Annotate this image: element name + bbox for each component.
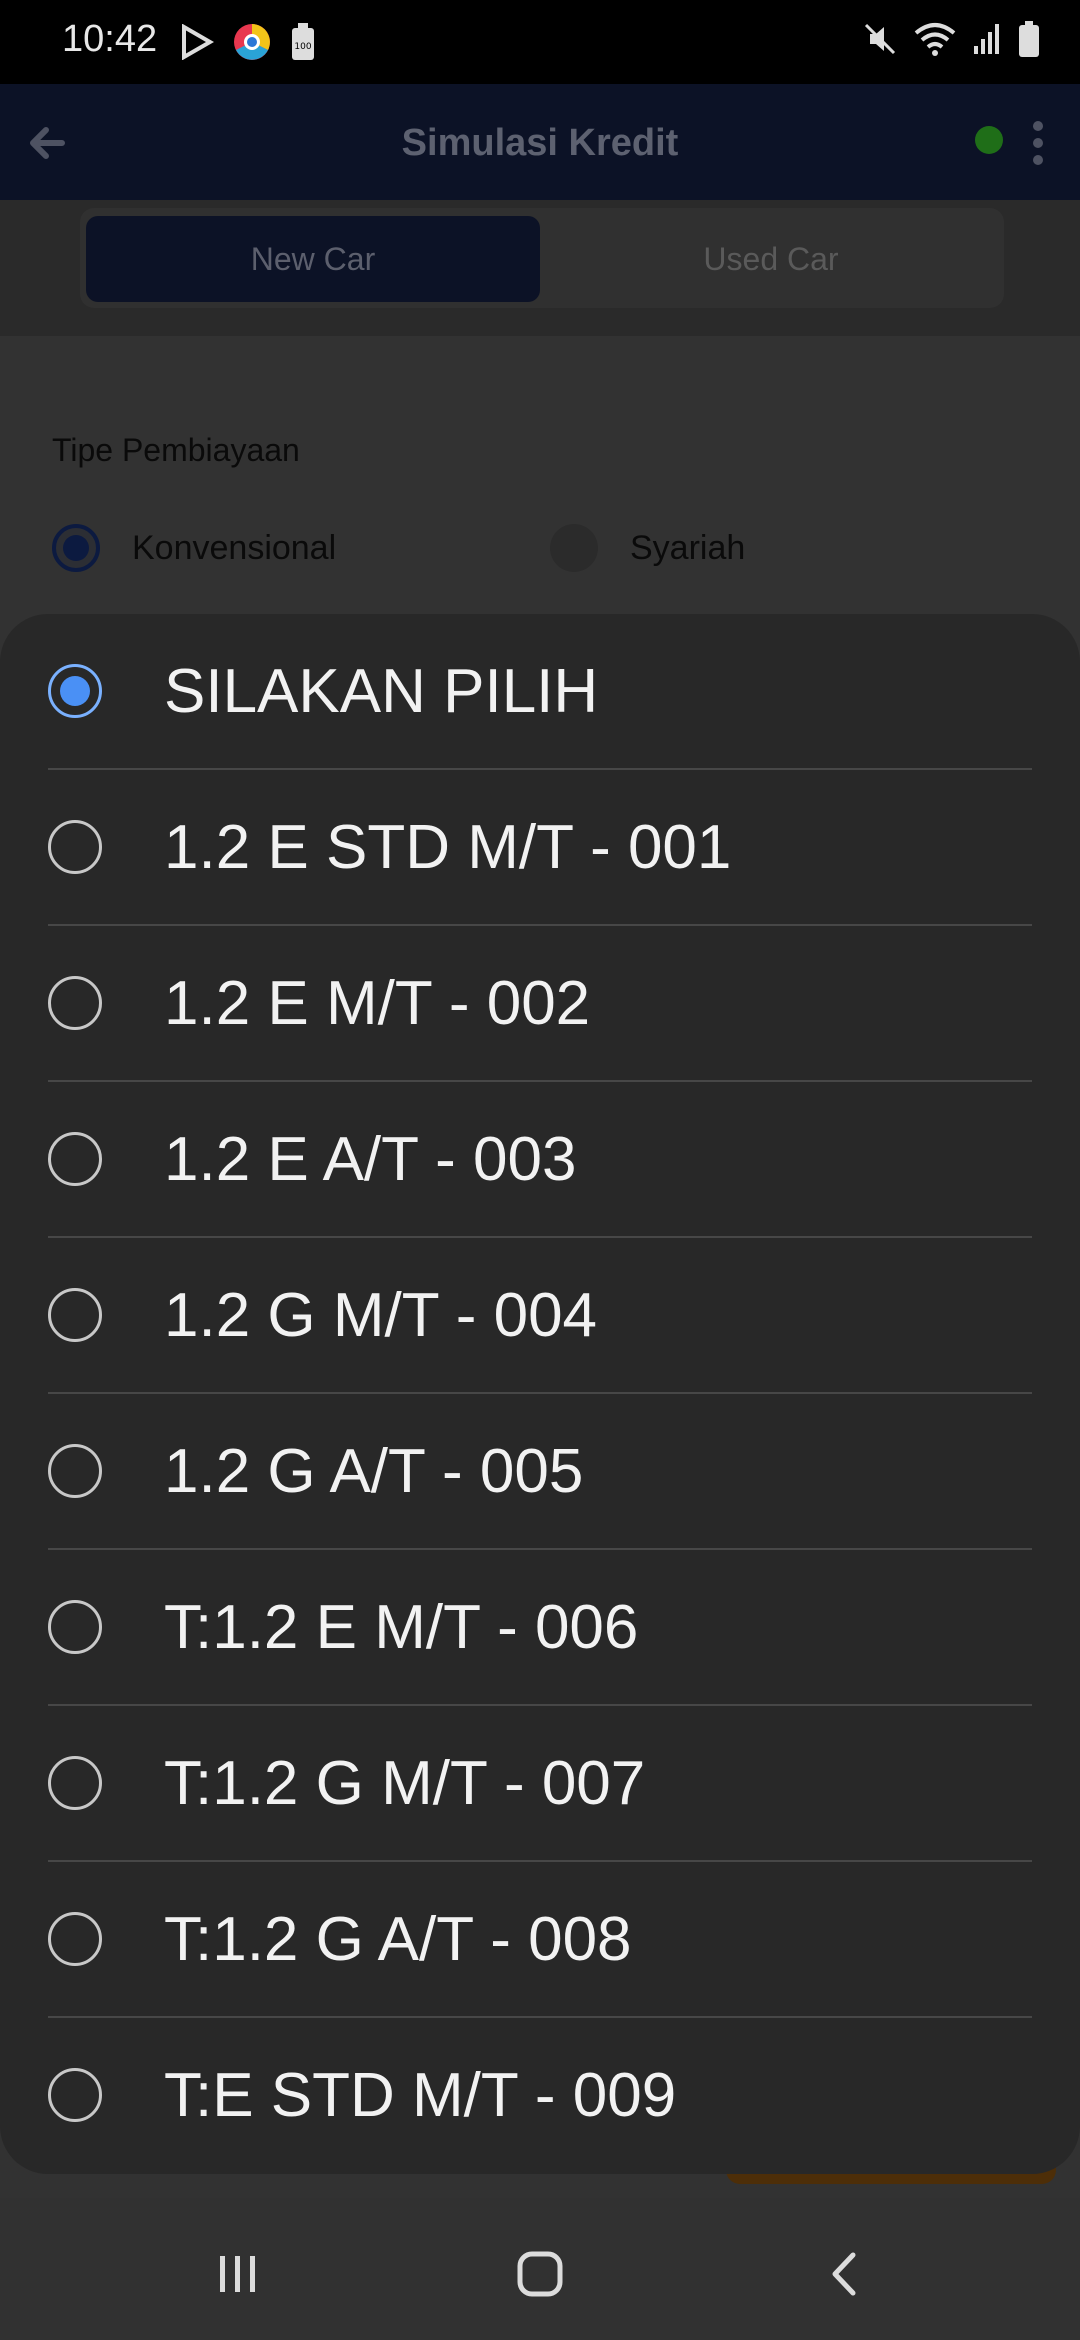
home-icon xyxy=(517,2251,563,2297)
recent-apps-button[interactable] xyxy=(198,2234,278,2314)
picker-option[interactable]: T:1.2 E M/T - 006 xyxy=(0,1550,1080,1706)
radio-unchecked-icon[interactable] xyxy=(48,1132,102,1186)
car-type-tabs-area: New Car Used Car xyxy=(0,200,1080,336)
app-bar: Simulasi Kredit xyxy=(0,84,1080,200)
picker-option[interactable]: T:E STD M/T - 009 xyxy=(0,2018,1080,2174)
picker-option-label: 1.2 E A/T - 003 xyxy=(164,1125,577,1194)
radio-unchecked-icon[interactable] xyxy=(48,1444,102,1498)
battery-icon xyxy=(1019,21,1039,57)
radio-konvensional[interactable]: Konvensional xyxy=(52,524,336,572)
tab-new-car[interactable]: New Car xyxy=(86,216,540,302)
picker-option-label: SILAKAN PILIH xyxy=(164,657,599,726)
picker-option[interactable]: 1.2 G A/T - 005 xyxy=(0,1394,1080,1550)
picker-option[interactable]: T:1.2 G A/T - 008 xyxy=(0,1862,1080,2018)
picker-option[interactable]: 1.2 E M/T - 002 xyxy=(0,926,1080,1082)
back-icon xyxy=(832,2252,856,2296)
wifi-icon xyxy=(914,23,956,56)
radio-konvensional-label: Konvensional xyxy=(132,528,337,567)
radio-selected-icon[interactable] xyxy=(52,524,100,572)
radio-unchecked-icon[interactable] xyxy=(48,1600,102,1654)
back-button[interactable] xyxy=(804,2234,884,2314)
radio-unchecked-icon[interactable] xyxy=(48,820,102,874)
picker-option-label: T:1.2 G A/T - 008 xyxy=(164,1905,632,1974)
tab-used-car[interactable]: Used Car xyxy=(544,216,998,302)
variant-picker-dialog: SILAKAN PILIH 1.2 E STD M/T - 001 1.2 E … xyxy=(0,614,1080,2174)
picker-option[interactable]: 1.2 E STD M/T - 001 xyxy=(0,770,1080,926)
radio-unchecked-icon[interactable] xyxy=(48,1756,102,1810)
radio-unchecked-icon[interactable] xyxy=(48,1912,102,1966)
picker-option-label: T:E STD M/T - 009 xyxy=(164,2061,677,2130)
picker-option-label: T:1.2 G M/T - 007 xyxy=(164,1749,646,1818)
car-type-segmented-control: New Car Used Car xyxy=(80,208,1004,308)
radio-syariah-label: Syariah xyxy=(630,528,746,567)
chrome-icon xyxy=(234,24,270,60)
radio-syariah[interactable]: Syariah xyxy=(550,524,745,572)
page-title: Simulasi Kredit xyxy=(401,122,679,164)
picker-option-label: T:1.2 E M/T - 006 xyxy=(164,1593,639,1662)
status-bar: 10:42 100 xyxy=(0,0,1080,84)
radio-checked-icon[interactable] xyxy=(48,664,102,718)
home-button[interactable] xyxy=(500,2234,580,2314)
picker-option[interactable]: SILAKAN PILIH xyxy=(0,614,1080,770)
more-options-icon[interactable] xyxy=(1030,118,1046,168)
play-store-icon xyxy=(182,24,214,60)
picker-option-label: 1.2 G A/T - 005 xyxy=(164,1437,584,1506)
picker-option[interactable]: 1.2 E A/T - 003 xyxy=(0,1082,1080,1238)
svg-text:100: 100 xyxy=(294,42,311,52)
financing-type-label: Tipe Pembiayaan xyxy=(52,432,300,468)
radio-unchecked-icon[interactable] xyxy=(48,976,102,1030)
picker-option[interactable]: 1.2 G M/T - 004 xyxy=(0,1238,1080,1394)
status-time: 10:42 xyxy=(62,18,158,60)
picker-option-label: 1.2 E STD M/T - 001 xyxy=(164,813,732,882)
online-status-indicator xyxy=(975,126,1003,154)
picker-option-label: 1.2 E M/T - 002 xyxy=(164,969,591,1038)
recent-apps-icon xyxy=(220,2256,255,2292)
battery-saver-icon: 100 xyxy=(292,23,314,60)
radio-unselected-icon[interactable] xyxy=(550,524,598,572)
system-nav-bar xyxy=(0,2198,1080,2340)
mute-icon xyxy=(864,23,896,55)
picker-option-label: 1.2 G M/T - 004 xyxy=(164,1281,598,1350)
radio-unchecked-icon[interactable] xyxy=(48,1288,102,1342)
signal-icon xyxy=(974,24,999,54)
picker-option[interactable]: T:1.2 G M/T - 007 xyxy=(0,1706,1080,1862)
radio-unchecked-icon[interactable] xyxy=(48,2068,102,2122)
